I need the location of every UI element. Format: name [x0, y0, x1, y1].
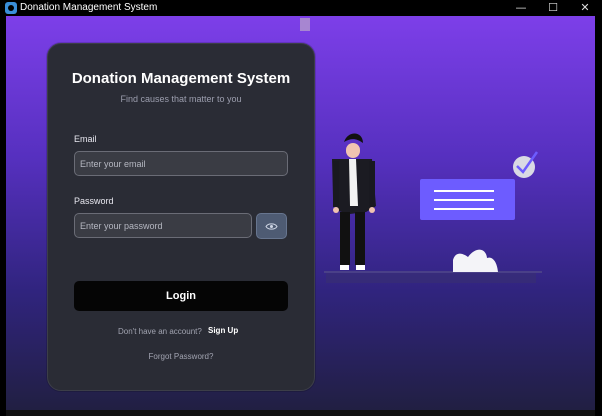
password-label: Password — [74, 196, 114, 206]
login-card: Donation Management System Find causes t… — [47, 43, 315, 391]
message-board — [420, 179, 515, 220]
page-title: Donation Management System — [71, 70, 291, 87]
top-placeholder-block — [300, 18, 310, 31]
minimize-button[interactable]: — — [505, 0, 537, 16]
email-label: Email — [74, 134, 97, 144]
sign-up-link[interactable]: Sign Up — [208, 326, 238, 335]
login-button[interactable]: Login — [74, 281, 288, 311]
window-titlebar: Donation Management System — ☐ ✕ — [0, 0, 602, 16]
page-subtitle: Find causes that matter to you — [120, 94, 242, 104]
window-title: Donation Management System — [20, 2, 158, 13]
maximize-button[interactable]: ☐ — [537, 0, 569, 16]
email-field[interactable] — [74, 151, 288, 176]
cloud-shape — [453, 249, 498, 272]
forgot-password-link[interactable]: Forgot Password? — [48, 352, 314, 361]
checkmark-badge — [513, 151, 539, 178]
app-icon — [5, 2, 17, 14]
signup-prompt: Don't have an account? — [118, 327, 202, 336]
ground-shadow — [326, 273, 536, 283]
show-password-button[interactable] — [256, 213, 287, 239]
close-button[interactable]: ✕ — [569, 0, 601, 16]
eye-icon — [265, 223, 278, 230]
person-figure — [332, 133, 376, 270]
password-field[interactable] — [74, 213, 252, 238]
app-background: Donation Management System Find causes t… — [6, 16, 595, 410]
bottom-border — [6, 410, 595, 416]
